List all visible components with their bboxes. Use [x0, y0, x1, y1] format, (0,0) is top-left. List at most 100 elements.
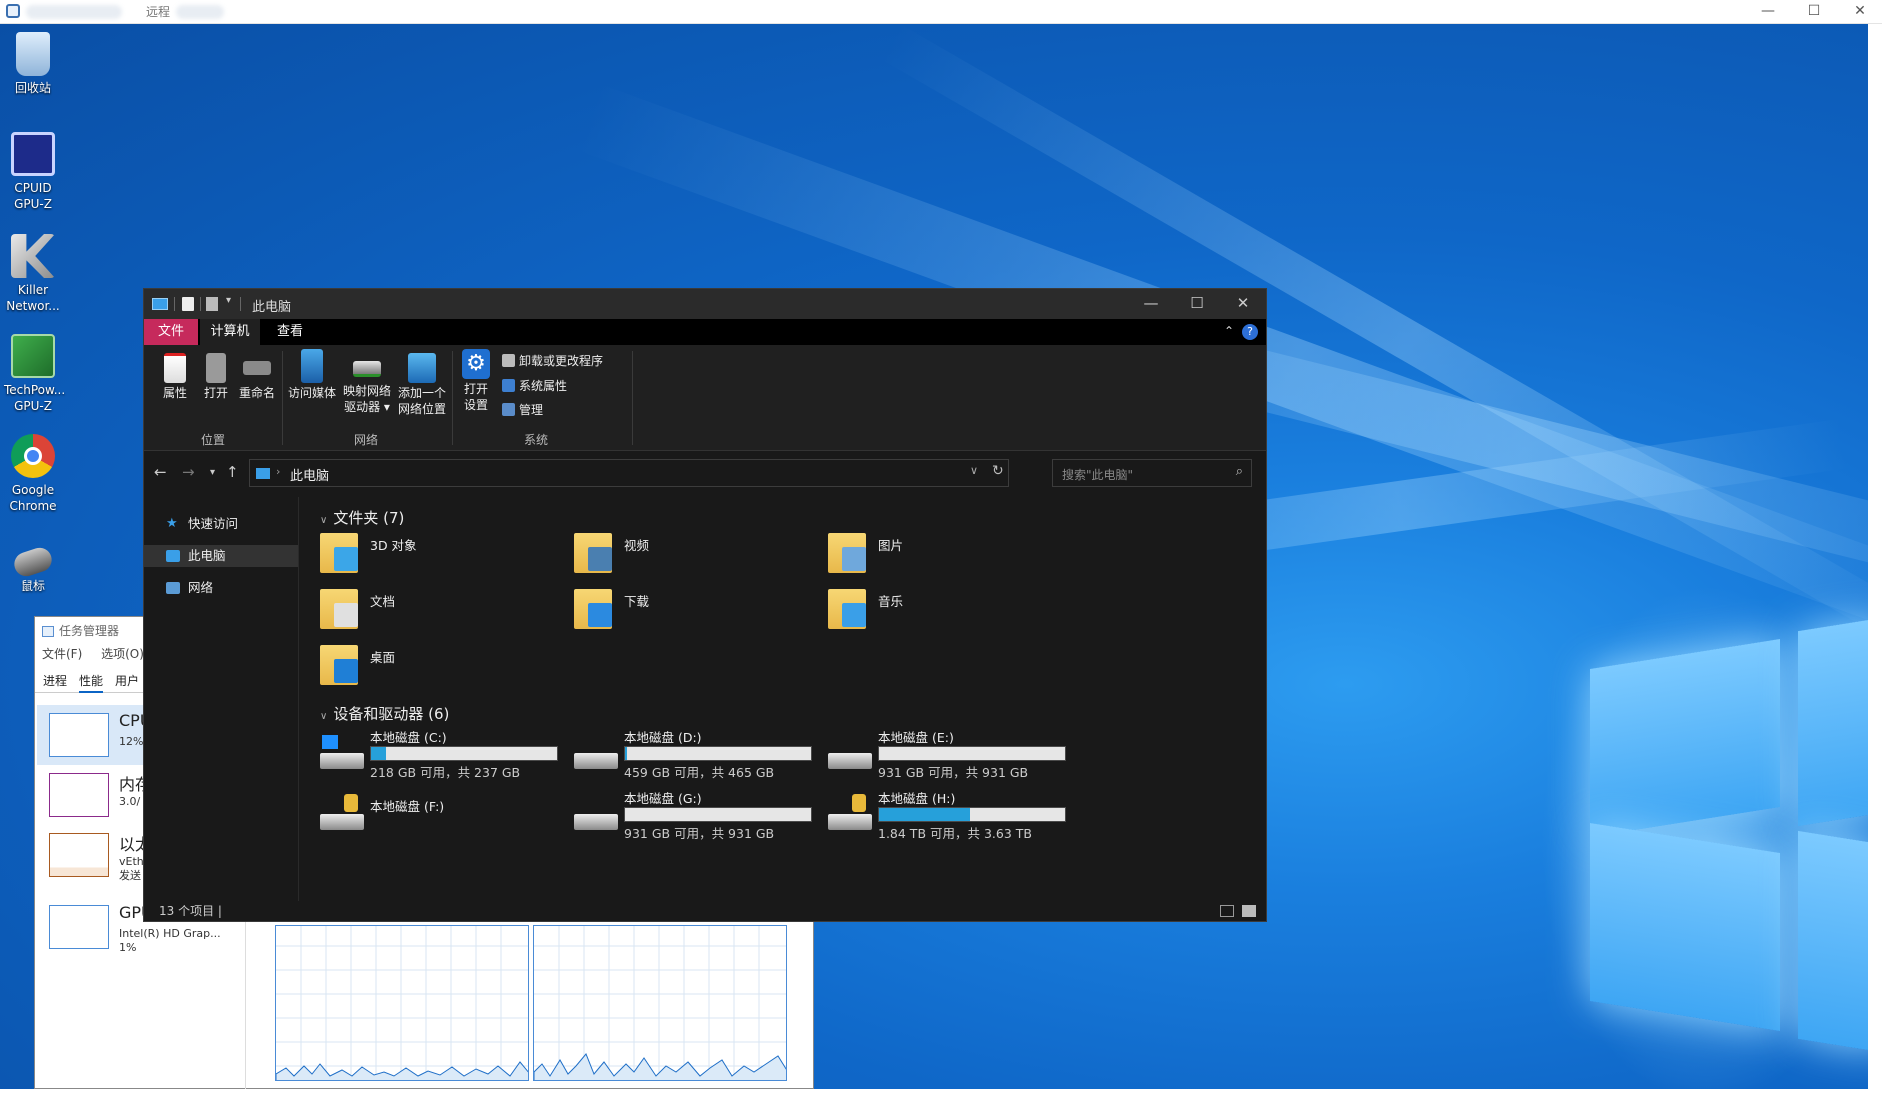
manage-button[interactable]: 管理 — [502, 401, 543, 418]
drive-usage-bar — [878, 807, 1066, 822]
network-location-icon — [408, 353, 436, 383]
help-icon[interactable]: ? — [1242, 324, 1258, 340]
folders-section-header[interactable]: ∨ 文件夹 (7) — [320, 507, 404, 528]
desktop-icon-killer-network[interactable]: Killer Networ... — [4, 234, 62, 314]
group-network: 网络 — [354, 433, 379, 447]
folder-label: 图片 — [878, 538, 904, 553]
desktop-icon-chrome[interactable]: Google Chrome — [4, 434, 62, 514]
perf-item-detail: 1% — [119, 941, 137, 954]
address-dropdown-icon[interactable]: ∨ — [970, 464, 978, 477]
recent-locations-chevron-icon[interactable]: ▾ — [210, 467, 215, 478]
breadcrumb-separator-icon: › — [276, 465, 281, 478]
explorer-title: 此电脑 — [252, 300, 292, 315]
tab-file[interactable]: 文件 — [144, 319, 198, 345]
folder-item[interactable]: 音乐 — [828, 583, 1058, 635]
nav-network[interactable]: 网络 — [144, 577, 298, 599]
cpu-thumbnail-graph — [49, 713, 109, 757]
chrome-icon — [11, 434, 55, 478]
system-properties-icon — [502, 379, 515, 392]
tab-computer[interactable]: 计算机 — [200, 319, 260, 345]
drive-item[interactable]: 本地磁盘 (D:) 459 GB 可用，共 465 GB — [574, 727, 824, 783]
group-system: 系统 — [524, 433, 549, 447]
tab-processes[interactable]: 进程 — [43, 669, 67, 693]
up-arrow-icon[interactable]: ↑ — [226, 463, 239, 481]
large-icons-view-icon[interactable] — [1242, 905, 1256, 917]
memory-thumbnail-graph — [49, 773, 109, 817]
drive-item[interactable]: 本地磁盘 (H:) 1.84 TB 可用，共 3.63 TB — [828, 788, 1078, 844]
folder-pictures-icon — [828, 533, 866, 573]
back-arrow-icon[interactable]: ← — [154, 463, 167, 481]
details-view-icon[interactable] — [1220, 905, 1234, 917]
pc-icon — [152, 298, 168, 310]
folder-item[interactable]: 文档 — [320, 583, 550, 635]
address-bar[interactable]: › 此电脑 ∨ ↻ — [249, 459, 1009, 487]
refresh-icon[interactable]: ↻ — [992, 463, 1004, 479]
drives-section-header[interactable]: ∨ 设备和驱动器 (6) — [320, 703, 449, 724]
desktop-icon-gpuz[interactable]: CPUID GPU-Z — [4, 132, 62, 212]
folder-item[interactable]: 图片 — [828, 527, 1058, 579]
desktop-icon-mouse[interactable]: 鼠标 — [4, 544, 62, 594]
perf-item-value: 3.0/ — [119, 795, 141, 808]
windows-logo-pane — [1798, 616, 1868, 827]
network-icon — [166, 582, 180, 594]
folder-label: 桌面 — [370, 650, 396, 665]
add-network-location-button[interactable]: 添加一个 网络位置 — [394, 353, 450, 417]
folder-videos-icon — [574, 533, 612, 573]
rename-button[interactable]: 重命名 — [234, 353, 280, 401]
quick-access-dropdown-icon[interactable]: ▾ — [226, 295, 231, 306]
uninstall-program-button[interactable]: 卸载或更改程序 — [502, 352, 603, 369]
search-box[interactable]: 搜索"此电脑" ⌕ — [1052, 459, 1252, 487]
remote-minimize-button[interactable]: — — [1746, 0, 1790, 24]
desktop-icon-label: 鼠标 — [20, 579, 45, 593]
drive-free-space: 218 GB 可用，共 237 GB — [370, 765, 521, 780]
folder-item[interactable]: 视频 — [574, 527, 804, 579]
tab-view[interactable]: 查看 — [262, 319, 318, 345]
desktop-icon-label: TechPow... GPU-Z — [4, 383, 66, 413]
cpu-core-graph — [275, 925, 529, 1081]
star-icon: ★ — [166, 516, 178, 531]
folder-item[interactable]: 下载 — [574, 583, 804, 635]
properties-quick-icon[interactable] — [182, 297, 194, 311]
nav-this-pc[interactable]: 此电脑 — [144, 545, 298, 567]
open-button[interactable]: 打开 — [196, 353, 236, 401]
navigation-pane: ★ 快速访问 此电脑 网络 — [144, 497, 299, 901]
folder-item[interactable]: 3D 对象 — [320, 527, 550, 579]
tab-performance[interactable]: 性能 — [79, 669, 104, 693]
folder-item[interactable]: 桌面 — [320, 639, 550, 691]
tab-users[interactable]: 用户 — [115, 669, 139, 693]
drive-name: 本地磁盘 (H:) — [878, 791, 956, 806]
drive-name: 本地磁盘 (G:) — [624, 791, 702, 806]
system-properties-button[interactable]: 系统属性 — [502, 377, 567, 394]
nav-quick-access[interactable]: ★ 快速访问 — [144, 513, 298, 535]
remote-maximize-button[interactable]: ☐ — [1792, 0, 1836, 24]
explorer-close-button[interactable]: ✕ — [1220, 289, 1266, 319]
rename-icon — [243, 361, 271, 375]
explorer-minimize-button[interactable]: — — [1128, 289, 1174, 319]
drive-usage-fill — [879, 808, 971, 821]
drive-item[interactable]: 本地磁盘 (G:) 931 GB 可用，共 931 GB — [574, 788, 824, 844]
menu-file[interactable]: 文件(F) — [42, 647, 82, 661]
gpu-thumbnail-graph — [49, 905, 109, 949]
drive-item[interactable]: 本地磁盘 (E:) 931 GB 可用，共 931 GB — [828, 727, 1078, 783]
remote-close-button[interactable]: ✕ — [1838, 0, 1882, 24]
content-pane: ∨ 文件夹 (7) 3D 对象 视频 图片文档 下载 音乐桌面 ∨ 设备和驱动器 (6) 本… — [300, 497, 1264, 901]
breadcrumb-this-pc[interactable]: 此电脑 — [290, 465, 329, 484]
menu-options[interactable]: 选项(O) — [101, 647, 144, 661]
forward-arrow-icon[interactable]: → — [182, 463, 195, 481]
locked-drive-icon — [320, 794, 364, 830]
map-network-drive-button[interactable]: 映射网络 驱动器 ▾ — [340, 353, 394, 415]
drive-item[interactable]: 本地磁盘 (F:) — [320, 788, 570, 844]
new-folder-quick-icon[interactable] — [206, 297, 218, 311]
explorer-maximize-button[interactable]: ☐ — [1174, 289, 1220, 319]
open-settings-button[interactable]: ⚙ 打开 设置 — [456, 349, 496, 413]
access-media-button[interactable]: 访问媒体 — [286, 349, 338, 401]
drive-item[interactable]: 本地磁盘 (C:) 218 GB 可用，共 237 GB — [320, 727, 570, 783]
desktop-icon-recycle-bin[interactable]: 回收站 — [4, 32, 62, 96]
cpu-core-graph-svg — [276, 926, 528, 1080]
desktop-icon-techpowerup-gpuz[interactable]: TechPow... GPU-Z — [4, 334, 66, 414]
drive-icon — [828, 753, 872, 769]
properties-button[interactable]: 属性 — [154, 353, 196, 401]
settings-label-2: 设置 — [463, 398, 488, 412]
drive-free-space: 931 GB 可用，共 931 GB — [878, 765, 1029, 780]
collapse-ribbon-icon[interactable]: ⌃ — [1224, 324, 1234, 338]
